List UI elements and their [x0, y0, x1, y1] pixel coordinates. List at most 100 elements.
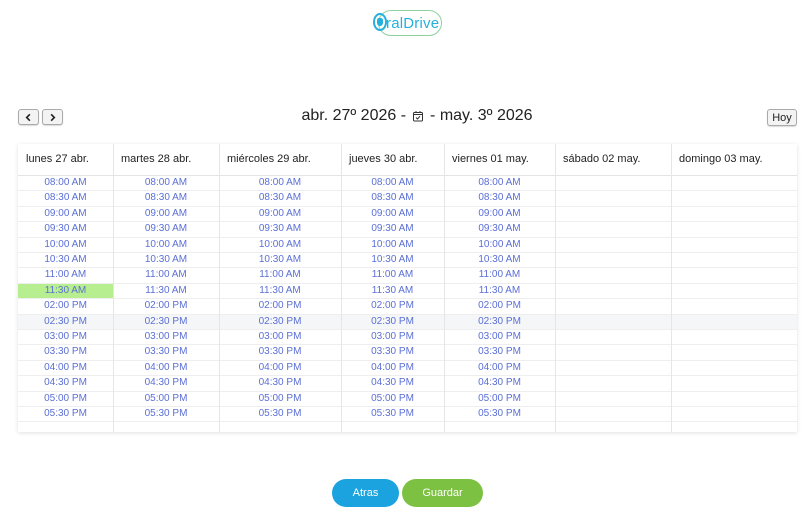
time-slot[interactable]: 04:00 PM: [18, 361, 113, 375]
time-slot[interactable]: 11:00 AM: [219, 268, 341, 282]
time-slot[interactable]: 02:00 PM: [113, 299, 219, 313]
day-header: jueves 30 abr.: [349, 153, 418, 165]
time-slot[interactable]: 08:30 AM: [18, 191, 113, 205]
time-slot[interactable]: 10:00 AM: [444, 238, 555, 252]
time-slot[interactable]: 10:30 AM: [341, 253, 444, 267]
range-end: - may. 3º 2026: [430, 107, 533, 124]
calendar-check-icon[interactable]: [412, 110, 424, 122]
time-slot[interactable]: 03:00 PM: [444, 330, 555, 344]
time-slot[interactable]: 04:30 PM: [219, 376, 341, 390]
back-button[interactable]: Atras: [332, 479, 399, 507]
time-slot[interactable]: 03:30 PM: [444, 345, 555, 359]
time-slot[interactable]: 02:30 PM: [444, 315, 555, 329]
time-slot[interactable]: 10:00 AM: [113, 238, 219, 252]
time-slot[interactable]: 03:30 PM: [341, 345, 444, 359]
oraldrive-logo: ralDrive: [372, 8, 444, 40]
time-slot[interactable]: 04:30 PM: [341, 376, 444, 390]
today-button[interactable]: Hoy: [767, 109, 797, 126]
time-slot[interactable]: 03:30 PM: [18, 345, 113, 359]
time-slot[interactable]: 05:30 PM: [113, 407, 219, 421]
time-slot[interactable]: 03:00 PM: [341, 330, 444, 344]
time-slot[interactable]: 08:30 AM: [341, 191, 444, 205]
logo-text: ralDrive: [386, 15, 440, 32]
time-slot[interactable]: 02:00 PM: [18, 299, 113, 313]
time-slot[interactable]: 02:00 PM: [219, 299, 341, 313]
chevron-left-icon: [25, 113, 31, 121]
time-slot[interactable]: 11:30 AM: [341, 284, 444, 298]
time-slot[interactable]: 11:00 AM: [18, 268, 113, 282]
time-slot[interactable]: 08:30 AM: [113, 191, 219, 205]
time-slot[interactable]: 08:00 AM: [444, 176, 555, 190]
time-slot[interactable]: 11:30 AM: [219, 284, 341, 298]
time-slot[interactable]: 10:30 AM: [18, 253, 113, 267]
time-slot[interactable]: 09:30 AM: [341, 222, 444, 236]
time-slot[interactable]: 09:30 AM: [219, 222, 341, 236]
time-slot[interactable]: 10:30 AM: [219, 253, 341, 267]
chevron-right-icon: [50, 113, 56, 121]
time-slot[interactable]: 10:00 AM: [219, 238, 341, 252]
time-slot[interactable]: 11:00 AM: [113, 268, 219, 282]
day-header: domingo 03 may.: [679, 153, 763, 165]
time-slot[interactable]: 09:30 AM: [18, 222, 113, 236]
time-slot[interactable]: 02:30 PM: [18, 315, 113, 329]
time-slot[interactable]: 11:00 AM: [341, 268, 444, 282]
time-slot[interactable]: 08:30 AM: [219, 191, 341, 205]
time-slot[interactable]: 05:00 PM: [341, 392, 444, 406]
time-slot[interactable]: 05:00 PM: [219, 392, 341, 406]
time-slot[interactable]: 02:30 PM: [219, 315, 341, 329]
time-slot[interactable]: 05:30 PM: [18, 407, 113, 421]
time-slot[interactable]: 11:30 AM: [444, 284, 555, 298]
time-slot[interactable]: 02:00 PM: [444, 299, 555, 313]
time-slot[interactable]: 05:00 PM: [18, 392, 113, 406]
time-slot[interactable]: 10:00 AM: [341, 238, 444, 252]
time-slot[interactable]: 08:00 AM: [219, 176, 341, 190]
time-slot[interactable]: 05:30 PM: [444, 407, 555, 421]
time-slot[interactable]: 08:00 AM: [113, 176, 219, 190]
time-slot[interactable]: 05:30 PM: [219, 407, 341, 421]
time-slot[interactable]: 09:30 AM: [113, 222, 219, 236]
time-slot[interactable]: 04:30 PM: [18, 376, 113, 390]
time-slot[interactable]: 10:30 AM: [113, 253, 219, 267]
time-slot[interactable]: 03:00 PM: [113, 330, 219, 344]
time-slot[interactable]: 03:30 PM: [219, 345, 341, 359]
time-slot[interactable]: 05:30 PM: [341, 407, 444, 421]
time-slot[interactable]: 11:00 AM: [444, 268, 555, 282]
time-slot[interactable]: 10:30 AM: [444, 253, 555, 267]
time-slot[interactable]: 10:00 AM: [18, 238, 113, 252]
time-slot[interactable]: 04:00 PM: [219, 361, 341, 375]
time-slot-selected[interactable]: 11:30 AM: [18, 283, 113, 299]
tooth-icon: [373, 13, 387, 31]
time-slot[interactable]: 02:30 PM: [113, 315, 219, 329]
time-slot[interactable]: 09:00 AM: [113, 207, 219, 221]
prev-week-button[interactable]: [18, 109, 39, 125]
time-slot[interactable]: 02:00 PM: [341, 299, 444, 313]
time-slot[interactable]: 04:30 PM: [113, 376, 219, 390]
time-slot[interactable]: 08:00 AM: [341, 176, 444, 190]
calendar-header-row: lunes 27 abr. martes 28 abr. miércoles 29 …: [18, 144, 797, 176]
time-slot[interactable]: 05:00 PM: [444, 392, 555, 406]
time-slot[interactable]: 03:00 PM: [219, 330, 341, 344]
time-slot[interactable]: 02:30 PM: [341, 315, 444, 329]
time-slot[interactable]: 03:00 PM: [18, 330, 113, 344]
column-divider: [671, 144, 672, 432]
time-slot[interactable]: 09:00 AM: [444, 207, 555, 221]
time-slot[interactable]: 09:00 AM: [219, 207, 341, 221]
day-header: lunes 27 abr.: [26, 153, 89, 165]
time-slot[interactable]: 04:00 PM: [113, 361, 219, 375]
time-slot[interactable]: 04:00 PM: [444, 361, 555, 375]
time-slot[interactable]: 08:00 AM: [18, 176, 113, 190]
save-button[interactable]: Guardar: [402, 479, 483, 507]
time-slot[interactable]: 11:30 AM: [113, 284, 219, 298]
time-slot[interactable]: 03:30 PM: [113, 345, 219, 359]
time-slot[interactable]: 09:30 AM: [444, 222, 555, 236]
next-week-button[interactable]: [42, 109, 63, 125]
time-slot[interactable]: 08:30 AM: [444, 191, 555, 205]
time-slot[interactable]: 04:30 PM: [444, 376, 555, 390]
time-slot[interactable]: 09:00 AM: [341, 207, 444, 221]
time-slot[interactable]: 04:00 PM: [341, 361, 444, 375]
week-calendar: lunes 27 abr. martes 28 abr. miércoles 29 …: [18, 144, 797, 432]
day-header: sábado 02 may.: [563, 153, 641, 165]
day-header: martes 28 abr.: [121, 153, 192, 165]
time-slot[interactable]: 09:00 AM: [18, 207, 113, 221]
time-slot[interactable]: 05:00 PM: [113, 392, 219, 406]
